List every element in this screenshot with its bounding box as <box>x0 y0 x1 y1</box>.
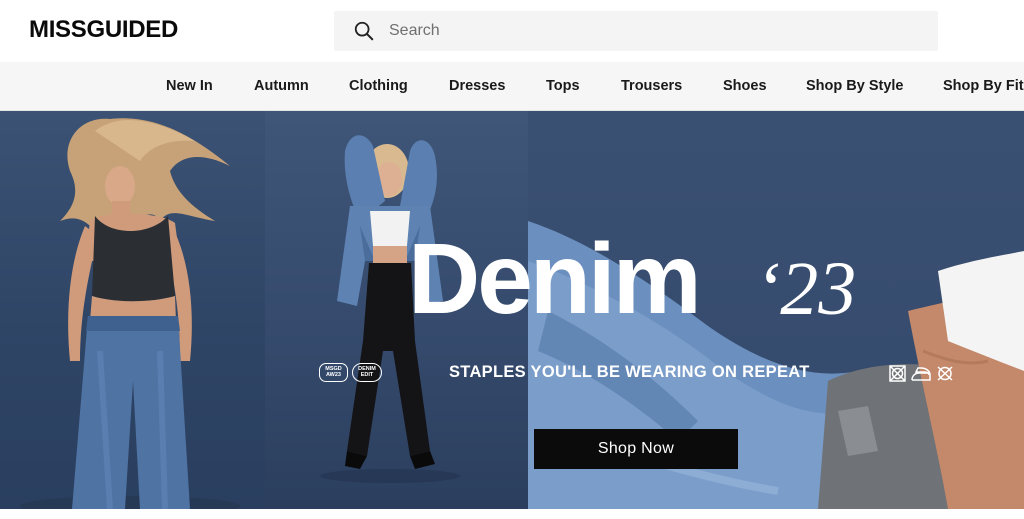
nav-item-new-in[interactable]: New In <box>166 78 213 94</box>
do-not-bleach-icon <box>937 366 953 381</box>
denim-edit-badge: DENIM EDIT <box>352 363 382 382</box>
nav-item-trousers[interactable]: Trousers <box>621 78 682 94</box>
search-bar[interactable] <box>334 11 938 51</box>
hero-title: Denim <box>408 223 702 335</box>
nav-item-shop-by-fit[interactable]: Shop By Fit <box>943 78 1024 94</box>
hero-banner[interactable]: Denim ‘23 MSGD AW23 DENIM EDIT STAPLES YOU… <box>0 111 1024 509</box>
main-nav: New In Autumn Clothing Dresses Tops Trou… <box>0 62 1024 111</box>
brand-logo[interactable]: MISSGUIDED <box>29 16 178 44</box>
nav-item-shoes[interactable]: Shoes <box>723 78 767 94</box>
hero-image-model-left <box>0 111 265 509</box>
tumble-dry-icon <box>889 365 906 382</box>
nav-item-tops[interactable]: Tops <box>546 78 580 94</box>
iron-icon <box>911 367 931 381</box>
nav-item-autumn[interactable]: Autumn <box>254 78 309 94</box>
search-icon[interactable] <box>353 20 375 42</box>
msgd-aw23-badge: MSGD AW23 <box>319 363 348 382</box>
nav-item-clothing[interactable]: Clothing <box>349 78 408 94</box>
shop-now-button[interactable]: Shop Now <box>534 429 738 469</box>
hero-subtitle: STAPLES YOU'LL BE WEARING ON REPEAT <box>449 363 810 381</box>
nav-item-dresses[interactable]: Dresses <box>449 78 505 94</box>
care-label-icons <box>889 365 953 382</box>
hero-year: ‘23 <box>755 247 857 331</box>
site-header: MISSGUIDED <box>0 0 1024 62</box>
nav-item-shop-by-style[interactable]: Shop By Style <box>806 78 904 94</box>
search-input[interactable] <box>389 22 889 40</box>
